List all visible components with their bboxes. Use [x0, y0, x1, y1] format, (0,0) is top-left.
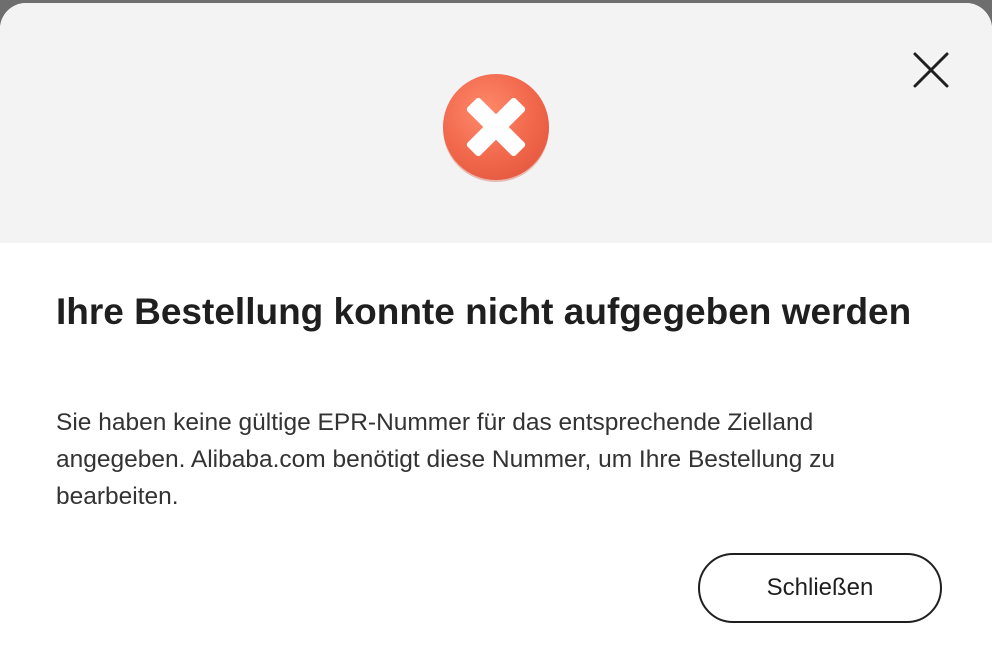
dialog-header — [0, 3, 992, 243]
close-icon[interactable] — [908, 47, 954, 93]
close-button[interactable]: Schließen — [698, 553, 942, 623]
dialog-message: Sie haben keine gültige EPR-Nummer für d… — [56, 409, 836, 510]
dialog-title: Ihre Bestellung konnte nicht aufgegeben … — [56, 291, 912, 332]
error-x-icon — [440, 71, 552, 183]
error-dialog: Ihre Bestellung konnte nicht aufgegeben … — [0, 3, 992, 664]
